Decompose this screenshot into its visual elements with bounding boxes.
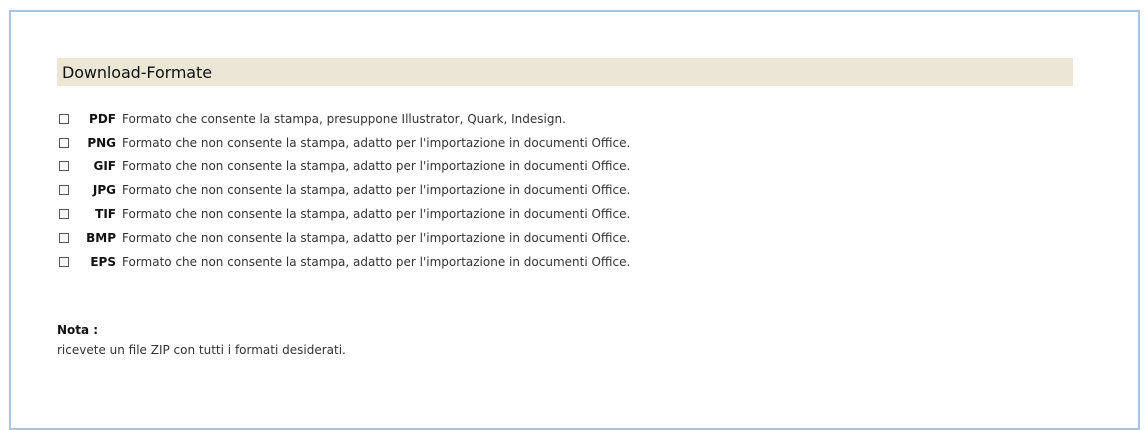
format-description: Formato che non consente la stampa, adat…: [122, 254, 631, 269]
format-row-eps: EPS Formato che non consente la stampa, …: [57, 250, 957, 274]
format-description: Formato che consente la stampa, presuppo…: [122, 111, 566, 126]
format-row-gif: GIF Formato che non consente la stampa, …: [57, 155, 957, 179]
note-text: ricevete un file ZIP con tutti i formati…: [57, 343, 346, 357]
format-description: Formato che non consente la stampa, adat…: [122, 183, 631, 198]
format-description: Formato che non consente la stampa, adat…: [122, 135, 631, 150]
format-row-png: PNG Formato che non consente la stampa, …: [57, 131, 957, 155]
section-header: Download-Formate: [57, 58, 1073, 86]
note-title: Nota :: [57, 323, 99, 337]
format-checkbox-gif[interactable]: [59, 161, 69, 172]
format-code: GIF: [93, 159, 116, 174]
format-code: JPG: [92, 183, 116, 198]
section-title: Download-Formate: [62, 62, 212, 82]
format-checkbox-pdf[interactable]: [59, 113, 69, 124]
format-code: PDF: [89, 111, 116, 126]
format-code: EPS: [90, 254, 116, 269]
format-code: BMP: [86, 230, 116, 245]
format-row-pdf: PDF Formato che consente la stampa, pres…: [57, 107, 957, 131]
format-description: Formato che non consente la stampa, adat…: [122, 207, 631, 222]
format-list: PDF Formato che consente la stampa, pres…: [57, 107, 957, 274]
format-row-jpg: JPG Formato che non consente la stampa, …: [57, 178, 957, 202]
format-checkbox-jpg[interactable]: [59, 185, 69, 196]
format-checkbox-tif[interactable]: [59, 209, 69, 220]
format-checkbox-bmp[interactable]: [59, 232, 69, 243]
format-code: TIF: [95, 207, 116, 222]
format-row-bmp: BMP Formato che non consente la stampa, …: [57, 226, 957, 250]
format-row-tif: TIF Formato che non consente la stampa, …: [57, 202, 957, 226]
format-description: Formato che non consente la stampa, adat…: [122, 230, 631, 245]
format-description: Formato che non consente la stampa, adat…: [122, 159, 631, 174]
format-checkbox-png[interactable]: [59, 137, 69, 148]
format-checkbox-eps[interactable]: [59, 256, 69, 267]
format-code: PNG: [87, 135, 116, 150]
